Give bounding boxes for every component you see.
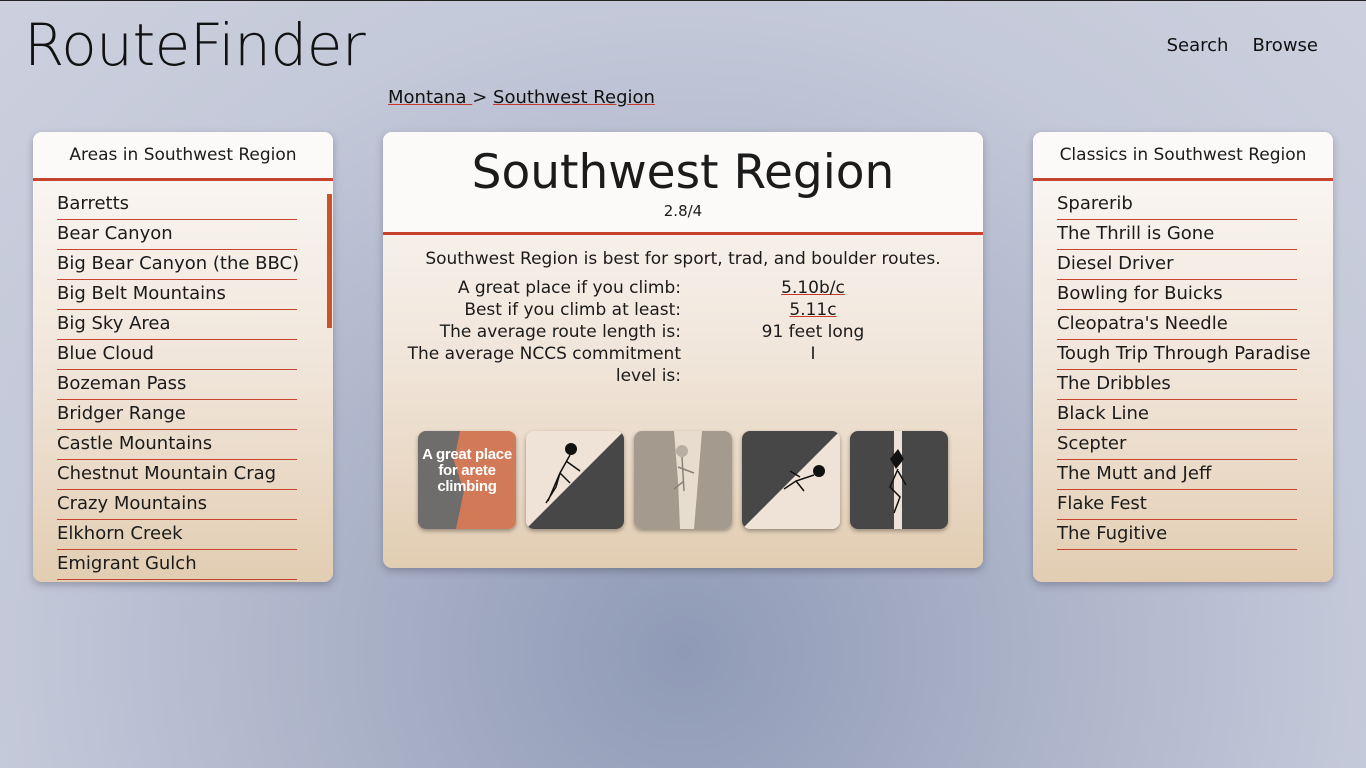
classic-route-item[interactable]: Diesel Driver <box>1057 251 1297 280</box>
region-title: Southwest Region <box>471 145 895 200</box>
nav-search-link[interactable]: Search <box>1167 35 1229 56</box>
areas-panel-title: Areas in Southwest Region <box>33 132 333 181</box>
region-stats: A great place if you climb: 5.10b/c Best… <box>383 277 983 387</box>
breadcrumb-separator: > <box>472 87 488 108</box>
classics-list: Sparerib The Thrill is Gone Diesel Driver B… <box>1033 181 1333 550</box>
classic-route-item[interactable]: Scepter <box>1057 431 1297 460</box>
region-rating: 2.8/4 <box>663 202 703 220</box>
stat-value: 91 feet long <box>761 322 865 342</box>
classic-route-item[interactable]: Flake Fest <box>1057 491 1297 520</box>
areas-list: Barretts Bear Canyon Big Bear Canyon (the … <box>33 181 333 580</box>
site-logo[interactable]: RouteFinder <box>24 11 366 79</box>
stat-value: I <box>810 344 816 364</box>
classic-route-item[interactable]: The Fugitive <box>1057 521 1297 550</box>
arete-icon[interactable]: A great place for arete climbing A great… <box>418 431 516 529</box>
area-list-item[interactable]: Bridger Range <box>57 401 297 430</box>
region-summary: Southwest Region is best for sport, trad… <box>425 249 941 269</box>
classic-route-item[interactable]: Black Line <box>1057 401 1297 430</box>
chimney-icon[interactable] <box>634 431 732 529</box>
grade-link[interactable]: 5.10b/c <box>781 278 845 298</box>
area-list-item[interactable]: Big Bear Canyon (the BBC) <box>57 251 299 280</box>
overhang-icon[interactable] <box>742 431 840 529</box>
stat-row-nccs: The average NCCS commitment level is: I <box>383 343 983 387</box>
area-list-item[interactable]: Crazy Mountains <box>57 491 297 520</box>
classic-route-item[interactable]: Tough Trip Through Paradise <box>1057 341 1311 370</box>
stat-row-grade: A great place if you climb: 5.10b/c <box>383 277 983 299</box>
arete-caption-text: A great place for arete climbing <box>422 446 512 495</box>
breadcrumb-southwest-region[interactable]: Southwest Region <box>493 87 655 108</box>
stat-label: The average route length is: <box>439 322 681 342</box>
classic-route-item[interactable]: The Dribbles <box>1057 371 1297 400</box>
nav-browse-link[interactable]: Browse <box>1252 35 1318 56</box>
area-list-item[interactable]: Bozeman Pass <box>57 371 297 400</box>
top-nav: Search Browse <box>1167 35 1318 56</box>
slab-icon[interactable] <box>526 431 624 529</box>
stat-label: A great place if you climb: <box>457 278 681 298</box>
breadcrumb: Montana > Southwest Region <box>388 87 655 108</box>
breadcrumb-montana[interactable]: Montana <box>388 87 472 108</box>
classic-route-item[interactable]: Cleopatra's Needle <box>1057 311 1297 340</box>
stat-label: The average NCCS commitment level is: <box>407 344 681 386</box>
region-header: Southwest Region 2.8/4 <box>383 132 983 235</box>
climbing-style-icons: A great place for arete climbing A great… <box>418 431 983 529</box>
stat-row-length: The average route length is: 91 feet lon… <box>383 321 983 343</box>
area-list-item[interactable]: Big Belt Mountains <box>57 281 297 310</box>
crack-icon[interactable] <box>850 431 948 529</box>
area-list-item[interactable]: Barretts <box>57 191 297 220</box>
stat-label: Best if you climb at least: <box>464 300 681 320</box>
classic-route-item[interactable]: The Mutt and Jeff <box>1057 461 1297 490</box>
area-list-item[interactable]: Emigrant Gulch <box>57 551 297 580</box>
area-list-item[interactable]: Blue Cloud <box>57 341 297 370</box>
classics-panel: Classics in Southwest Region Sparerib The… <box>1033 132 1333 582</box>
area-list-item[interactable]: Big Sky Area <box>57 311 297 340</box>
area-list-item[interactable]: Chestnut Mountain Crag <box>57 461 297 490</box>
classic-route-item[interactable]: Sparerib <box>1057 191 1297 220</box>
stat-row-min-grade: Best if you climb at least: 5.11c <box>383 299 983 321</box>
area-list-item[interactable]: Elkhorn Creek <box>57 521 297 550</box>
min-grade-link[interactable]: 5.11c <box>789 300 836 320</box>
classic-route-item[interactable]: The Thrill is Gone <box>1057 221 1297 250</box>
areas-panel: Areas in Southwest Region Barretts Bear C… <box>33 132 333 582</box>
classic-route-item[interactable]: Bowling for Buicks <box>1057 281 1297 310</box>
area-list-item[interactable]: Castle Mountains <box>57 431 297 460</box>
area-list-item[interactable]: Bear Canyon <box>57 221 297 250</box>
region-panel: Southwest Region 2.8/4 Southwest Region … <box>383 132 983 568</box>
classics-panel-title: Classics in Southwest Region <box>1033 132 1333 181</box>
areas-scrollbar[interactable] <box>327 194 332 328</box>
